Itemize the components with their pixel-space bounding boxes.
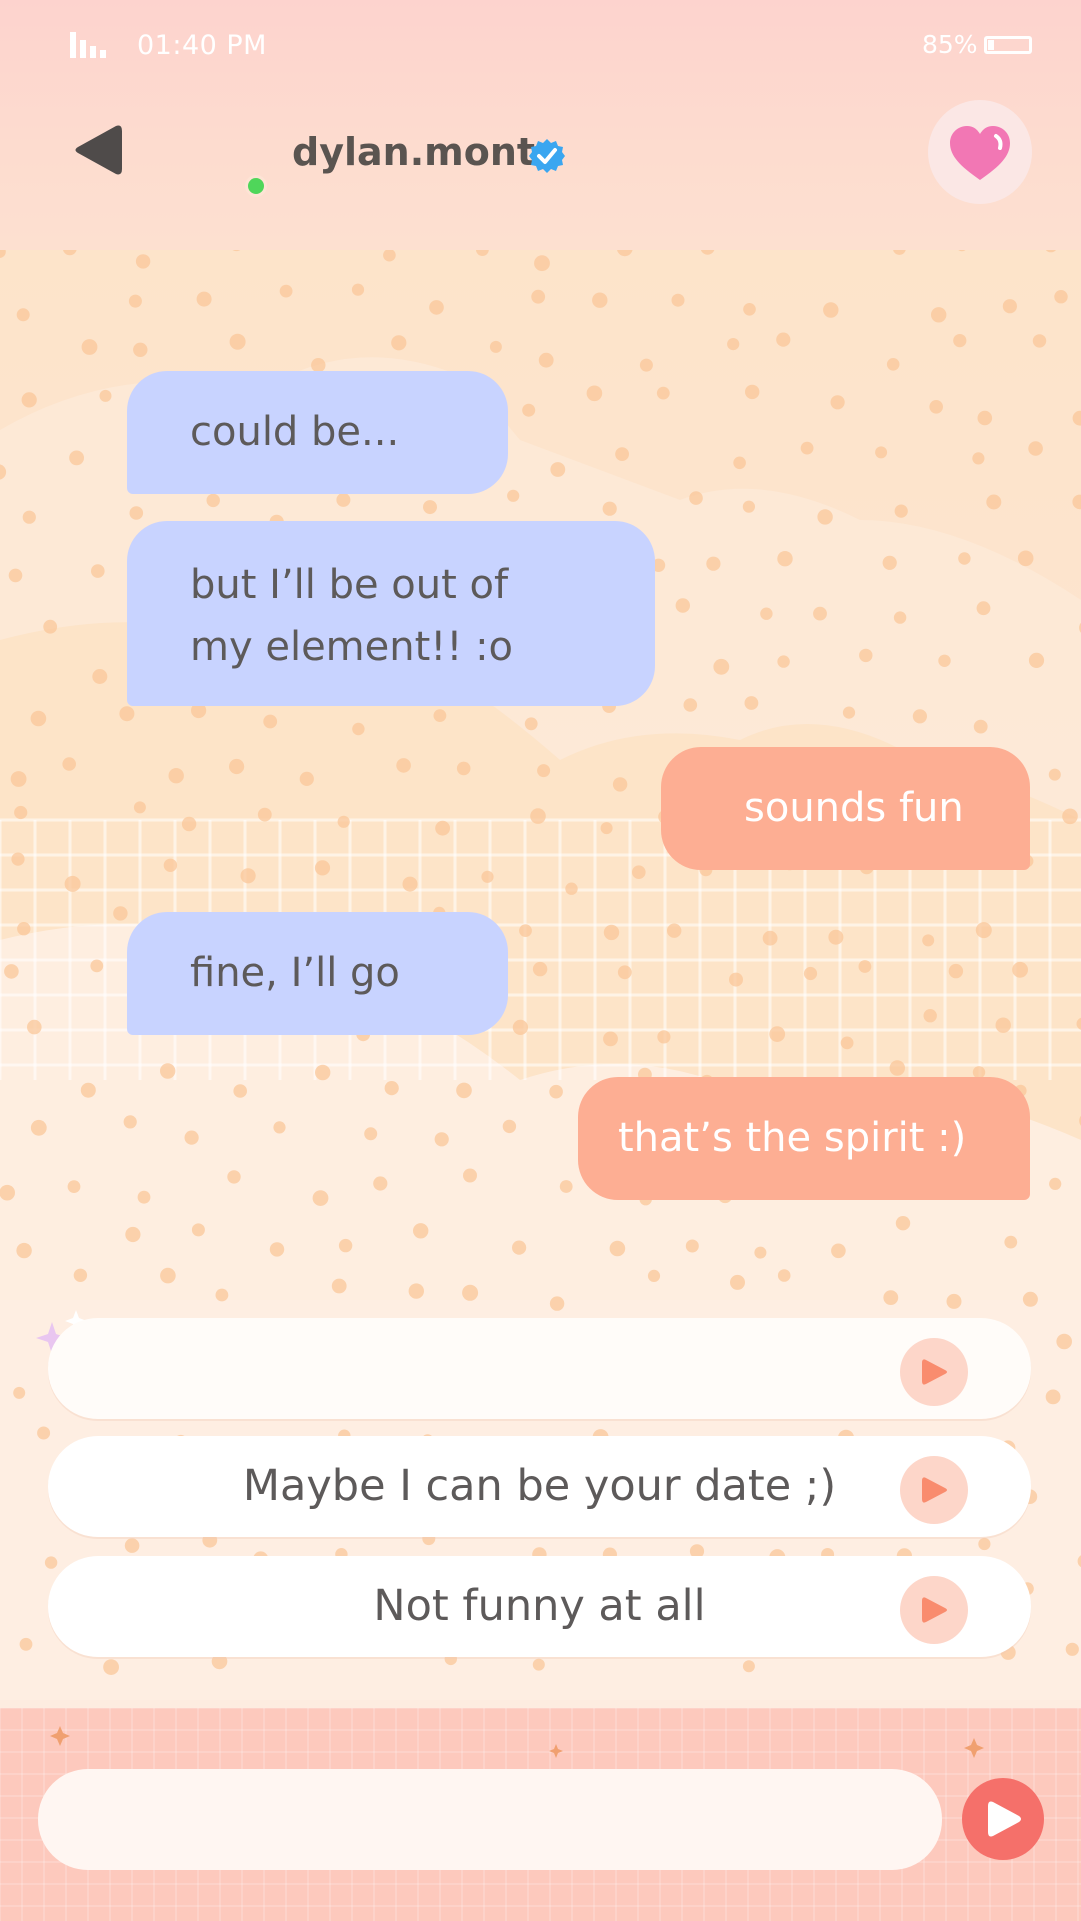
- contact-name: dylan.mont: [292, 130, 536, 174]
- message-text-line: but I’ll be out of: [190, 562, 509, 608]
- heart-button[interactable]: [928, 100, 1032, 204]
- signal-icon: [70, 32, 106, 58]
- online-status-dot: [245, 175, 267, 197]
- message-input[interactable]: [38, 1769, 942, 1870]
- message-text: that’s the spirit :): [618, 1115, 967, 1161]
- message-bubble-outgoing: sounds fun: [661, 747, 1030, 870]
- reply-choice-1[interactable]: [48, 1318, 1031, 1419]
- message-text-line: my element!! :o: [190, 624, 514, 670]
- reply-choice-3[interactable]: Not funny at all: [48, 1556, 1031, 1657]
- send-icon: [988, 1801, 1021, 1837]
- message-text: sounds fun: [744, 785, 964, 831]
- chat-screen: 01:40 PM 85% dylan.mont could be... but …: [0, 0, 1081, 1921]
- status-time: 01:40 PM: [137, 30, 267, 61]
- verified-badge-icon: [529, 139, 565, 173]
- message-bubble-incoming: fine, I’ll go: [127, 912, 508, 1035]
- reply-choice-label: Maybe I can be your date ;): [242, 1461, 837, 1511]
- play-icon[interactable]: [900, 1338, 968, 1406]
- chat-header: 01:40 PM 85% dylan.mont: [0, 0, 1081, 250]
- message-bubble-incoming: could be...: [127, 371, 508, 494]
- reply-choice-label: [48, 1318, 1031, 1419]
- send-button[interactable]: [962, 1778, 1044, 1860]
- back-triangle-icon: [75, 125, 122, 175]
- message-bubble-outgoing: that’s the spirit :): [578, 1077, 1030, 1200]
- play-icon[interactable]: [900, 1576, 968, 1644]
- reply-choice-2[interactable]: Maybe I can be your date ;): [48, 1436, 1031, 1537]
- battery-icon: [984, 36, 1032, 54]
- message-text: fine, I’ll go: [190, 950, 400, 996]
- play-icon[interactable]: [900, 1456, 968, 1524]
- heart-icon: [950, 126, 1010, 180]
- message-text: could be...: [190, 409, 400, 455]
- battery-percentage: 85%: [922, 30, 978, 59]
- back-button[interactable]: [72, 122, 126, 178]
- message-bubble-incoming: but I’ll be out of my element!! :o: [127, 521, 655, 706]
- reply-choice-label: Not funny at all: [373, 1581, 706, 1631]
